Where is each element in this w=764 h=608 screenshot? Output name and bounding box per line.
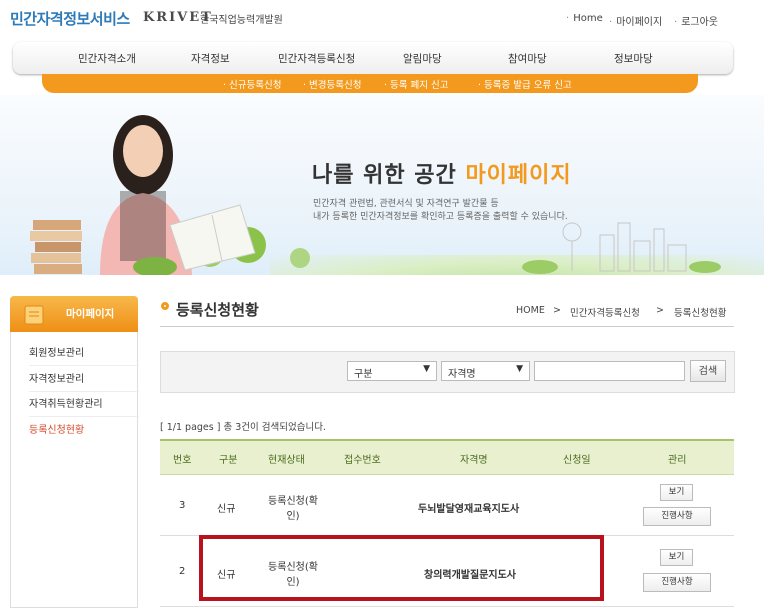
nav-item-notice[interactable]: 알림마당 [403, 51, 442, 66]
nav-item-qual-info[interactable]: 자격정보 [191, 51, 230, 66]
nav-item-info[interactable]: 정보마당 [614, 51, 653, 66]
search-button[interactable]: 검색 [690, 360, 726, 382]
view-button[interactable]: 보기 [660, 549, 693, 566]
breadcrumb-current: 등록신청현황 [674, 308, 727, 319]
search-bar: 구분 ▼ 자격명 ▼ 검색 [160, 351, 735, 393]
banner-description: 내가 등록한 민간자격정보를 확인하고 등록증을 출력할 수 있습니다. [313, 212, 568, 222]
category-select-value: 구분 [354, 369, 373, 380]
breadcrumb-registration[interactable]: 민간자격등록신청 [570, 305, 640, 319]
col-header-status: 현재상태 [268, 455, 305, 466]
view-button[interactable]: 보기 [660, 484, 693, 501]
city-skyline-icon [562, 222, 687, 272]
row-status: 등록신청(확 인) [258, 492, 328, 522]
category-select[interactable]: 구분 ▼ [347, 361, 437, 381]
col-header-manage: 관리 [668, 455, 687, 466]
breadcrumb-home[interactable]: HOME [516, 305, 545, 316]
col-header-date: 신청일 [563, 455, 591, 466]
mypage-link[interactable]: 마이페이지 [609, 13, 662, 28]
table-header: 번호 구분 현재상태 접수번호 자격명 신청일 관리 [160, 439, 734, 475]
sidebar-item-acquisition-status[interactable]: 자격취득현황관리 [29, 395, 139, 417]
nav-item-registration[interactable]: 민간자격등록신청 [278, 51, 355, 66]
title-bullet-icon [161, 302, 169, 310]
col-header-qual-name: 자격명 [460, 455, 488, 466]
breadcrumb-separator: > [553, 305, 561, 316]
row-qual-name[interactable]: 두뇌발달영재교육지도사 [418, 500, 519, 515]
sub-nav: 신규등록신청 변경등록신청 등록 폐지 신고 등록증 발급 오류 신고 [42, 74, 698, 93]
sidebar-menu: 회원정보관리 자격정보관리 자격취득현황관리 등록신청현황 [10, 332, 139, 608]
sidebar-heading: 마이페이지 [10, 296, 138, 332]
dropdown-arrow-icon: ▼ [516, 364, 523, 374]
bush-icon [522, 260, 721, 274]
books-stack-icon [30, 220, 82, 274]
banner-title-highlight: 마이페이지 [465, 163, 572, 188]
qualification-select-value: 자격명 [448, 369, 476, 380]
col-header-receipt: 접수번호 [344, 455, 381, 466]
result-count: [ 1/1 pages ] 총 3건이 검색되었습니다. [160, 422, 326, 433]
mypage-banner: 나를 위한 공간 마이페이지 민간자격 관련법, 관련서식 및 자격연구 발간물… [0, 95, 764, 275]
progress-button[interactable]: 진행사항 [643, 507, 711, 526]
row-number: 2 [179, 566, 186, 577]
search-input[interactable] [534, 361, 685, 381]
tree-icon [290, 248, 310, 268]
krivet-logo-subtitle: 한국직업능력개발원 [200, 15, 283, 26]
main-nav: 민간자격소개 자격정보 민간자격등록신청 알림마당 참여마당 정보마당 [13, 42, 733, 74]
progress-button[interactable]: 진행사항 [643, 573, 711, 592]
subnav-abolish-report[interactable]: 등록 폐지 신고 [384, 77, 448, 91]
col-header-type: 구분 [219, 455, 238, 466]
sidebar-item-qual-info[interactable]: 자격정보관리 [29, 370, 139, 392]
dropdown-arrow-icon: ▼ [423, 364, 430, 374]
sidebar-item-member-info[interactable]: 회원정보관리 [29, 344, 139, 366]
banner-description: 민간자격 관련법, 관련서식 및 자격연구 발간물 등 [313, 199, 499, 209]
student-illustration [100, 115, 256, 275]
sidebar-item-registration-status[interactable]: 등록신청현황 [29, 421, 139, 442]
row-status-line: 인) [286, 511, 300, 522]
nav-item-participation[interactable]: 참여마당 [508, 51, 547, 66]
banner-title: 나를 위한 공간 마이페이지 [312, 157, 572, 189]
notebook-icon [24, 305, 44, 325]
title-divider [160, 326, 734, 327]
subnav-new-registration[interactable]: 신규등록신청 [223, 77, 281, 91]
nav-item-intro[interactable]: 민간자격소개 [78, 51, 136, 66]
banner-title-main: 나를 위한 공간 [312, 163, 457, 188]
row-status-line: 등록신청(확 [268, 496, 318, 507]
subnav-cert-error-report[interactable]: 등록증 발급 오류 신고 [478, 77, 572, 91]
row-type: 신규 [217, 504, 236, 515]
subnav-change-registration[interactable]: 변경등록신청 [303, 77, 361, 91]
row-number: 3 [179, 500, 186, 511]
col-header-number: 번호 [173, 455, 192, 466]
page-title: 등록신청현황 [176, 301, 259, 319]
logout-link[interactable]: 로그아웃 [674, 13, 718, 28]
breadcrumb-separator: > [656, 305, 664, 316]
qualification-select[interactable]: 자격명 ▼ [441, 361, 530, 381]
home-link[interactable]: Home [566, 13, 603, 24]
sidebar-heading-label: 마이페이지 [66, 308, 115, 320]
table-row: 3 신규 등록신청(확 인) 두뇌발달영재교육지도사 보기 진행사항 [160, 473, 734, 536]
site-title[interactable]: 민간자격정보서비스 [10, 8, 130, 29]
highlight-box [199, 535, 604, 601]
